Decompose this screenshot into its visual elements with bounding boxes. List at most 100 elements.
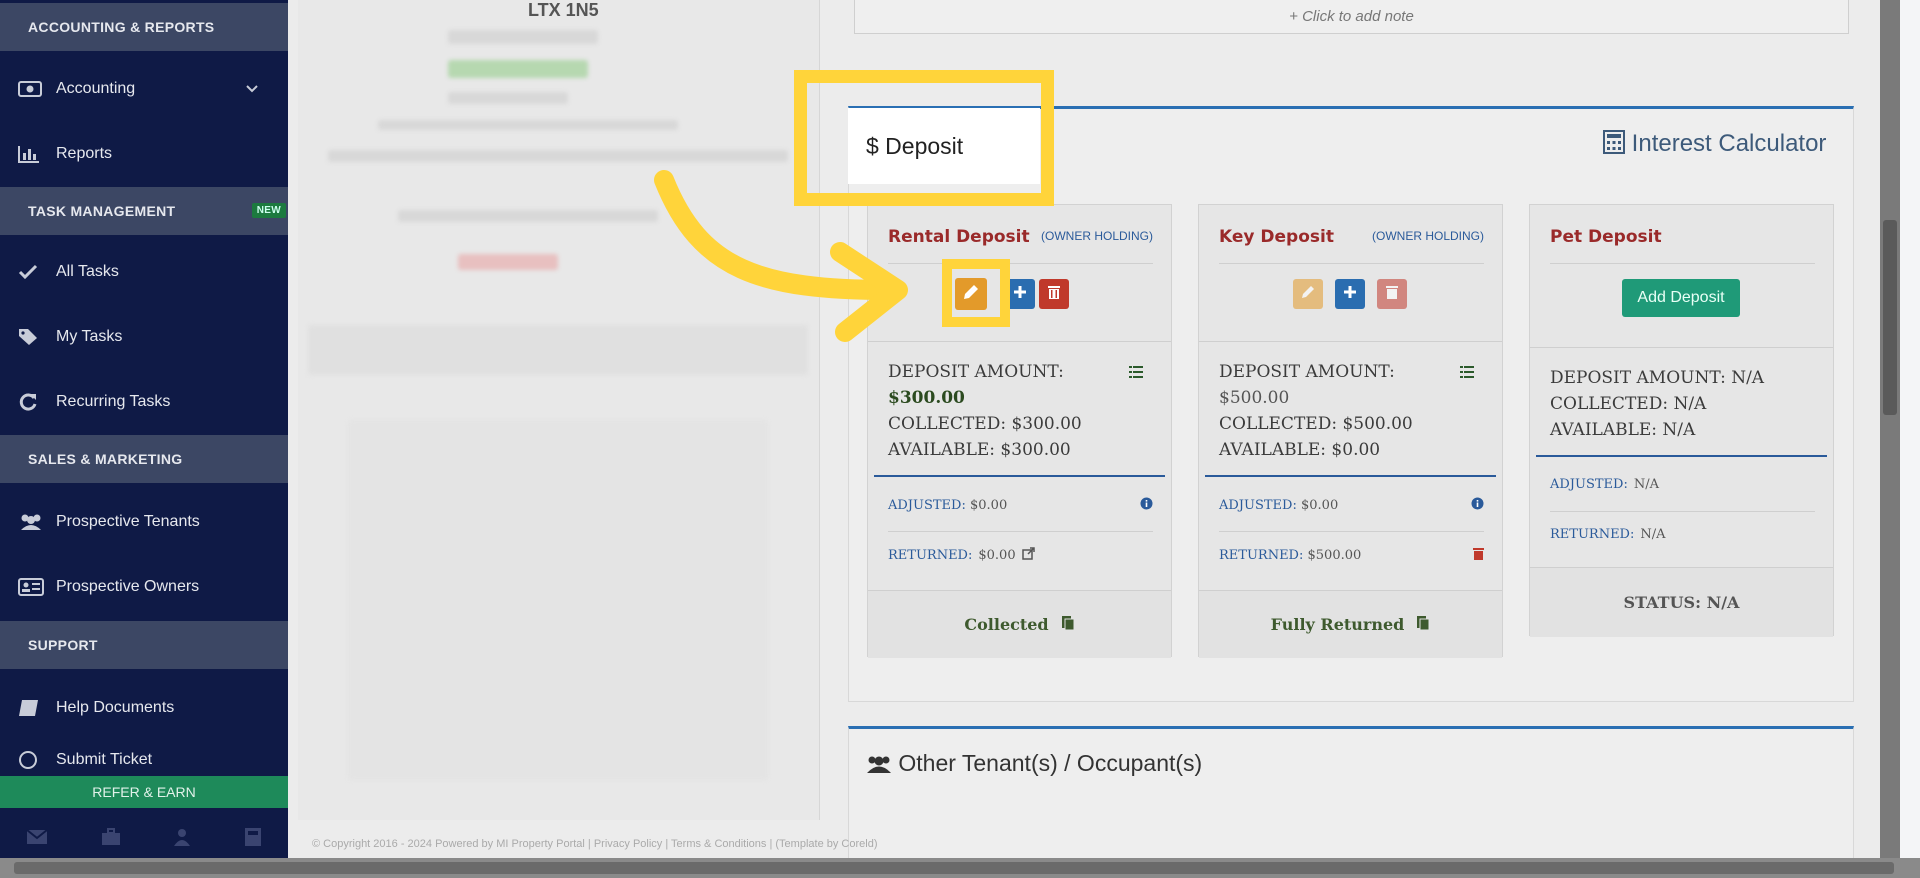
deposit-amount-label: DEPOSIT AMOUNT:: [888, 362, 1064, 382]
scrollbar-thumb[interactable]: [1883, 220, 1897, 415]
returned-value: N/A: [1640, 527, 1666, 542]
returned-label: RETURNED:: [1219, 548, 1304, 563]
users-icon: [866, 750, 892, 776]
arrow-annotation: [654, 170, 908, 342]
adjusted-value: $0.00: [1301, 498, 1339, 513]
sidebar-item-my-tasks[interactable]: My Tasks: [0, 309, 288, 365]
chevron-down-icon: [246, 80, 258, 98]
sidebar-section-label: TASK MANAGEMENT: [28, 203, 176, 219]
sidebar-section-task: TASK MANAGEMENT NEW: [0, 187, 288, 235]
scrollbar-thumb[interactable]: [14, 862, 1894, 874]
vertical-scrollbar[interactable]: [1880, 0, 1900, 858]
sidebar-item-label: Reports: [56, 145, 113, 162]
receipt-icon[interactable]: [1416, 615, 1430, 635]
pencil-icon: [1300, 284, 1316, 305]
sidebar-item-all-tasks[interactable]: All Tasks: [0, 244, 288, 300]
horizontal-scrollbar[interactable]: [0, 858, 1920, 878]
edit-button[interactable]: [1293, 279, 1323, 309]
mail-icon[interactable]: [26, 828, 48, 850]
add-button[interactable]: [1335, 279, 1365, 309]
sidebar-item-label: Accounting: [56, 80, 136, 97]
plus-icon: [1012, 284, 1028, 305]
key-deposit-card: Key Deposit (OWNER HOLDING) DEPOSIT AMOU…: [1198, 204, 1503, 658]
other-tenants-label: Other Tenant(s) / Occupant(s): [898, 750, 1203, 776]
deposit-amount-value: $500.00: [1219, 388, 1290, 408]
info-icon[interactable]: [1140, 497, 1153, 514]
sidebar-item-label: Prospective Tenants: [56, 513, 200, 530]
sidebar-item-accounting[interactable]: Accounting: [0, 61, 288, 117]
sidebar-item-reports[interactable]: Reports: [0, 126, 288, 182]
sidebar-item-label: Help Documents: [56, 699, 175, 716]
id-card-icon: [18, 578, 56, 596]
sidebar-item-submit-ticket[interactable]: Submit Ticket: [0, 745, 288, 775]
sidebar: ACCOUNTING & REPORTS Accounting Reports …: [0, 0, 288, 878]
sidebar-item-label: All Tasks: [56, 263, 119, 280]
adjusted-value: N/A: [1633, 477, 1660, 492]
refer-earn-button[interactable]: REFER & EARN: [0, 776, 288, 808]
briefcase-icon[interactable]: [101, 827, 121, 851]
add-deposit-button[interactable]: Add Deposit: [1622, 279, 1740, 317]
available-text: AVAILABLE: $0.00: [1219, 440, 1381, 460]
sidebar-section-sales: SALES & MARKETING: [0, 435, 288, 483]
copyright-footer: © Copyright 2016 - 2024 Powered by MI Pr…: [312, 838, 878, 850]
sidebar-item-label: Prospective Owners: [56, 578, 200, 595]
trash-icon: [1385, 284, 1399, 305]
deposit-amount-label: DEPOSIT AMOUNT:: [1219, 362, 1395, 382]
external-link-icon[interactable]: [1021, 547, 1035, 564]
available-text: AVAILABLE: $300.00: [888, 440, 1071, 460]
highlight-edit-button: [942, 259, 1010, 327]
sidebar-item-recurring-tasks[interactable]: Recurring Tasks: [0, 374, 288, 430]
add-note-button[interactable]: + Click to add note: [854, 0, 1849, 34]
sidebar-item-label: My Tasks: [56, 328, 123, 345]
sidebar-item-help-documents[interactable]: Help Documents: [0, 680, 288, 736]
money-icon: [18, 81, 56, 97]
deposit-name: Key Deposit: [1219, 227, 1334, 247]
deposit-amount-text: DEPOSIT AMOUNT: N/A: [1550, 368, 1765, 388]
owner-holding-label: (OWNER HOLDING): [1041, 229, 1153, 243]
receipt-icon[interactable]: [1061, 615, 1075, 635]
calculator-icon: [1603, 130, 1632, 157]
sidebar-item-label: Recurring Tasks: [56, 393, 171, 410]
sidebar-section-accounting: ACCOUNTING & REPORTS: [0, 3, 288, 51]
sidebar-item-label: Submit Ticket: [56, 751, 153, 768]
list-icon[interactable]: [1460, 365, 1474, 383]
returned-row: RETURNED: N/A: [1550, 527, 1815, 542]
returned-row: RETURNED: $0.00: [888, 547, 1153, 564]
unit-title[interactable]: LTX 1N5: [528, 0, 599, 21]
returned-value: $0.00: [978, 548, 1016, 563]
status-footer: Collected: [868, 590, 1171, 658]
sidebar-item-prospective-tenants[interactable]: Prospective Tenants: [0, 494, 288, 550]
tenant-info-column: LTX 1N5: [298, 0, 820, 820]
collected-text: COLLECTED: $300.00: [888, 414, 1082, 434]
delete-button[interactable]: [1377, 279, 1407, 309]
owner-holding-label: (OWNER HOLDING): [1372, 229, 1484, 243]
collected-text: COLLECTED: $500.00: [1219, 414, 1413, 434]
delete-button[interactable]: [1039, 279, 1069, 309]
returned-label: RETURNED:: [888, 548, 973, 563]
bar-chart-icon: [18, 145, 56, 163]
info-icon[interactable]: [1471, 497, 1484, 514]
available-text: AVAILABLE: N/A: [1550, 420, 1696, 440]
other-tenants-title: Other Tenant(s) / Occupant(s): [866, 750, 1202, 777]
status-text: STATUS: N/A: [1623, 593, 1740, 612]
plus-icon: [1342, 284, 1358, 305]
status-footer: STATUS: N/A: [1530, 567, 1833, 637]
book-icon: [18, 699, 56, 717]
sidebar-item-prospective-owners[interactable]: Prospective Owners: [0, 559, 288, 615]
pet-deposit-card: Pet Deposit Add Deposit DEPOSIT AMOUNT: …: [1529, 204, 1834, 637]
adjusted-label: ADJUSTED:: [1219, 498, 1297, 513]
tag-icon: [18, 328, 56, 346]
new-badge: NEW: [251, 203, 286, 218]
user-icon[interactable]: [173, 828, 191, 851]
interest-calculator-link[interactable]: Interest Calculator: [1603, 130, 1826, 158]
list-icon[interactable]: [1129, 365, 1143, 383]
refresh-icon: [18, 392, 56, 412]
users-icon: [18, 513, 56, 531]
trash-icon[interactable]: [1473, 547, 1484, 564]
interest-calculator-label: Interest Calculator: [1631, 130, 1827, 157]
calculator-icon[interactable]: [244, 827, 262, 852]
returned-label: RETURNED:: [1550, 527, 1635, 542]
status-text: Fully Returned: [1270, 615, 1405, 634]
other-tenants-panel: [848, 726, 1854, 858]
sidebar-section-support: SUPPORT: [0, 621, 288, 669]
